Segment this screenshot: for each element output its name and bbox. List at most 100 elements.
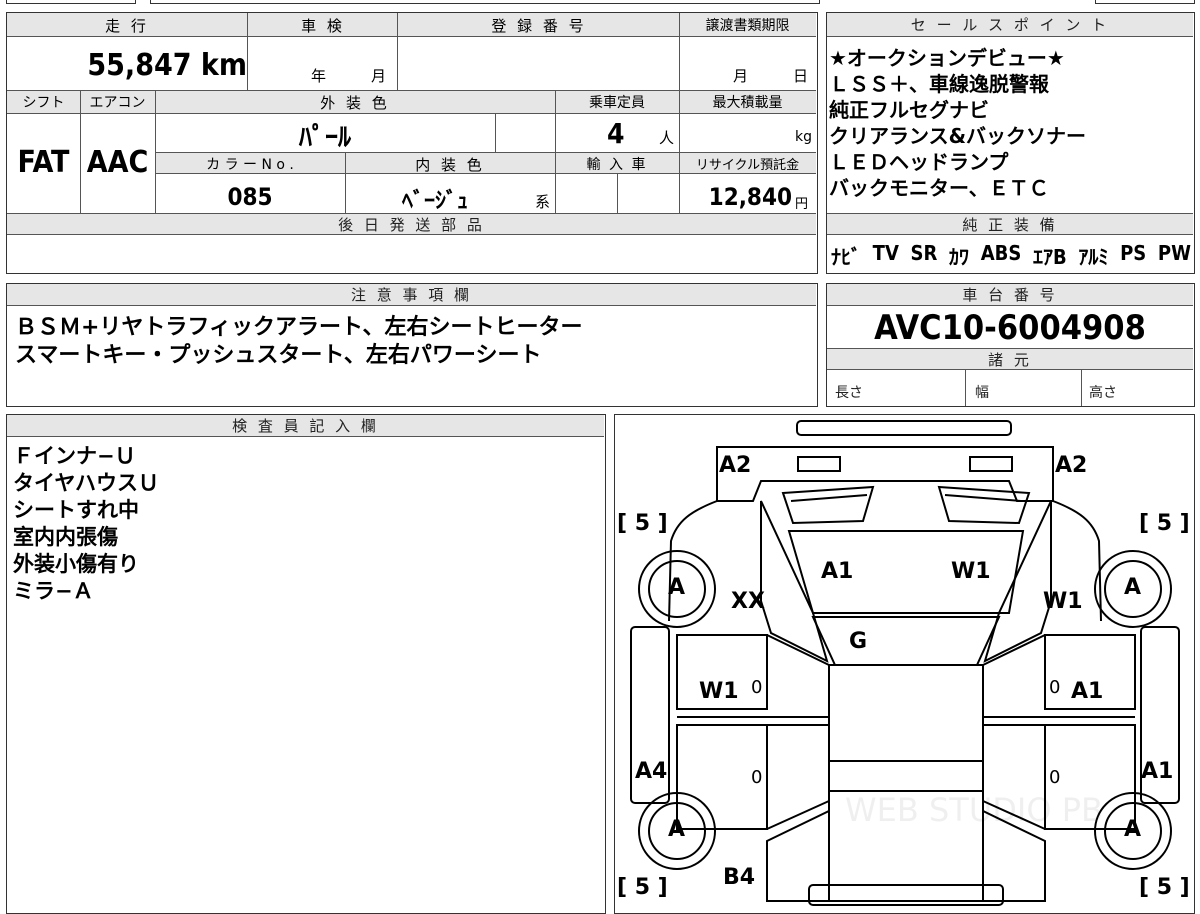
shift-header: シフト [22,95,65,111]
damage-fender-right: W1 [1043,589,1083,614]
fog-lamp-left [797,456,841,472]
notes-header: 注 意 事 項 欄 [7,284,816,306]
max-load-header: 最大積載量 [712,95,783,111]
equipment-item-abs: ABS [980,241,1022,265]
inspection-year-unit: 年 [311,67,327,85]
zero-mark: 0 [1049,767,1061,788]
color-no-value: 085 [227,183,273,211]
recycle-fee-value: 12,840 [708,183,792,211]
grid-line [155,90,156,213]
color-no-header: カ ラ ー N o . [206,157,294,173]
import-header: 輸 入 車 [586,157,648,173]
grid-line [80,90,81,213]
mileage-value-wrap: 55,847 km [7,49,247,83]
recycle-fee-header: リサイクル預託金 [695,158,800,173]
later-parts-header: 後 日 発 送 部 品 [7,213,816,235]
recycle-fee-unit: 円 [795,197,809,212]
notes-line: スマートキー・プッシュスタート、左右パワーシート [15,343,542,368]
sales-point-line: ★オークションデビュー★ [829,46,1065,70]
shift-value: FAT [17,145,70,180]
exterior-color-value: ﾊﾟｰﾙ [298,123,351,153]
tread-front-right: [ 5 ] [1139,511,1190,536]
capacity-value: 4 [607,117,625,150]
interior-color-suffix: 系 [535,193,551,211]
interior-color-value: ﾍﾞｰｼﾞｭ [401,189,468,214]
wheel-rr-label: A [1124,817,1142,842]
tread-rear-right: [ 5 ] [1139,875,1190,900]
spec-height: 高さ [1089,385,1117,401]
door-edge-left [766,634,830,830]
equipment-item-airbag: ｴｱB [1033,245,1067,269]
transfer-day-unit: 日 [793,67,809,85]
notes-line: ＢＳＭ+リヤトラフィックアラート、左右シートヒーター [15,315,583,340]
wheel-rl-label: A [668,817,686,842]
grid-line [397,13,398,90]
sales-points-panel: セ ー ル ス ポ イ ン ト ★オークションデビュー★ ＬＳＳ＋、車線逸脱警報… [826,12,1195,274]
transfer-month-unit: 月 [733,67,749,85]
sales-points-list: ★オークションデビュー★ ＬＳＳ＋、車線逸脱警報 純正フルセグナビ クリアランス… [829,45,1191,201]
damage-bumper-right: A2 [1055,453,1088,478]
equipment-item-tv: TV [872,241,899,265]
sales-points-header: セ ー ル ス ポ イ ン ト [827,13,1193,37]
chassis-header: 車 台 番 号 [827,284,1193,306]
transfer-deadline-header: 譲渡書類期限 [705,18,790,34]
inspector-line: タイヤハウスＵ [13,471,159,495]
damage-front-door-right: A1 [1071,679,1104,704]
spec-length: 長さ [835,385,863,401]
headlight-right [937,485,1031,525]
zero-mark: 0 [751,767,763,788]
inspection-month-unit: 月 [371,67,387,85]
inspector-line: シートすれ中 [13,498,139,522]
notes-lines: ＢＳＭ+リヤトラフィックアラート、左右シートヒーター スマートキー・プッシュスタ… [15,314,583,370]
grid-line [247,13,248,90]
spec-width: 幅 [975,385,989,401]
top-remnant-left [6,0,136,4]
fog-lamp-right [969,456,1013,472]
grid-line [679,13,680,213]
grid-line [617,174,618,213]
damage-quarter-left: A4 [635,759,668,784]
headlight-left [781,485,875,525]
inspection-header: 車 検 [301,17,345,35]
aircon-header: エアコン [89,95,146,111]
sales-point-line: ＬＳＳ＋、車線逸脱警報 [829,72,1049,96]
equipment-item-sr: SR [910,241,938,265]
top-remnant-center [150,0,820,4]
equipment-list: ﾅﾋﾞ TV SR ｶﾜ ABS ｴｱB ｱﾙﾐ PS PW [831,241,1191,270]
sales-point-line: クリアランス&バックソナー [829,124,1087,148]
sales-point-line: 純正フルセグナビ [829,98,989,122]
equipment-item-ps: PS [1120,241,1147,265]
registration-header: 登 録 番 号 [491,17,587,35]
damage-rear-left: B4 [723,865,756,890]
interior-color-header: 内 装 色 [415,156,485,174]
front-bumper [716,446,1054,502]
top-remnant-right [1095,0,1195,4]
headlight-inner-left [790,494,868,502]
inspector-line: 外装小傷有り [13,552,139,576]
notes-panel: 注 意 事 項 欄 ＢＳＭ+リヤトラフィックアラート、左右シートヒーター スマー… [6,283,818,407]
vehicle-info-panel: 走 行 車 検 登 録 番 号 譲渡書類期限 55,847 km 年 月 月 日… [6,12,818,274]
equipment-item-navi: ﾅﾋﾞ [831,245,861,269]
sales-point-line: バックモニター、ＥＴＣ [829,176,1049,200]
zero-mark: 0 [1049,677,1061,698]
max-load-unit: kg [795,129,812,145]
specs-header: 諸 元 [827,348,1193,370]
mileage-unit: km [200,48,247,83]
aircon-value: AAC [86,145,149,180]
equipment-item-alloy: ｱﾙﾐ [1078,245,1109,269]
front-bumper-lip [796,420,1012,436]
damage-fender-left: XX [731,589,765,614]
equipment-header: 純 正 装 備 [827,213,1193,235]
inspector-line: ミラ−Ａ [13,579,94,603]
chassis-number: AVC10-6004908 [874,308,1146,348]
headlight-inner-right [944,494,1022,502]
damage-map-panel: WEB STUDIO PB [ 5 ] [ 5 ] [ 5 ] [ 5 ] A2… [614,414,1195,914]
zero-mark: 0 [751,677,763,698]
tread-rear-left: [ 5 ] [617,875,668,900]
grid-line [555,90,556,213]
inspector-panel: 検 査 員 記 入 欄 Ｆインナ−Ｕ タイヤハウスＵ シートすれ中 室内内張傷 … [6,414,606,914]
capacity-header: 乗車定員 [589,95,645,111]
watermark: WEB STUDIO PB [845,791,1103,829]
mileage-header: 走 行 [105,17,149,35]
windshield [811,616,1001,666]
